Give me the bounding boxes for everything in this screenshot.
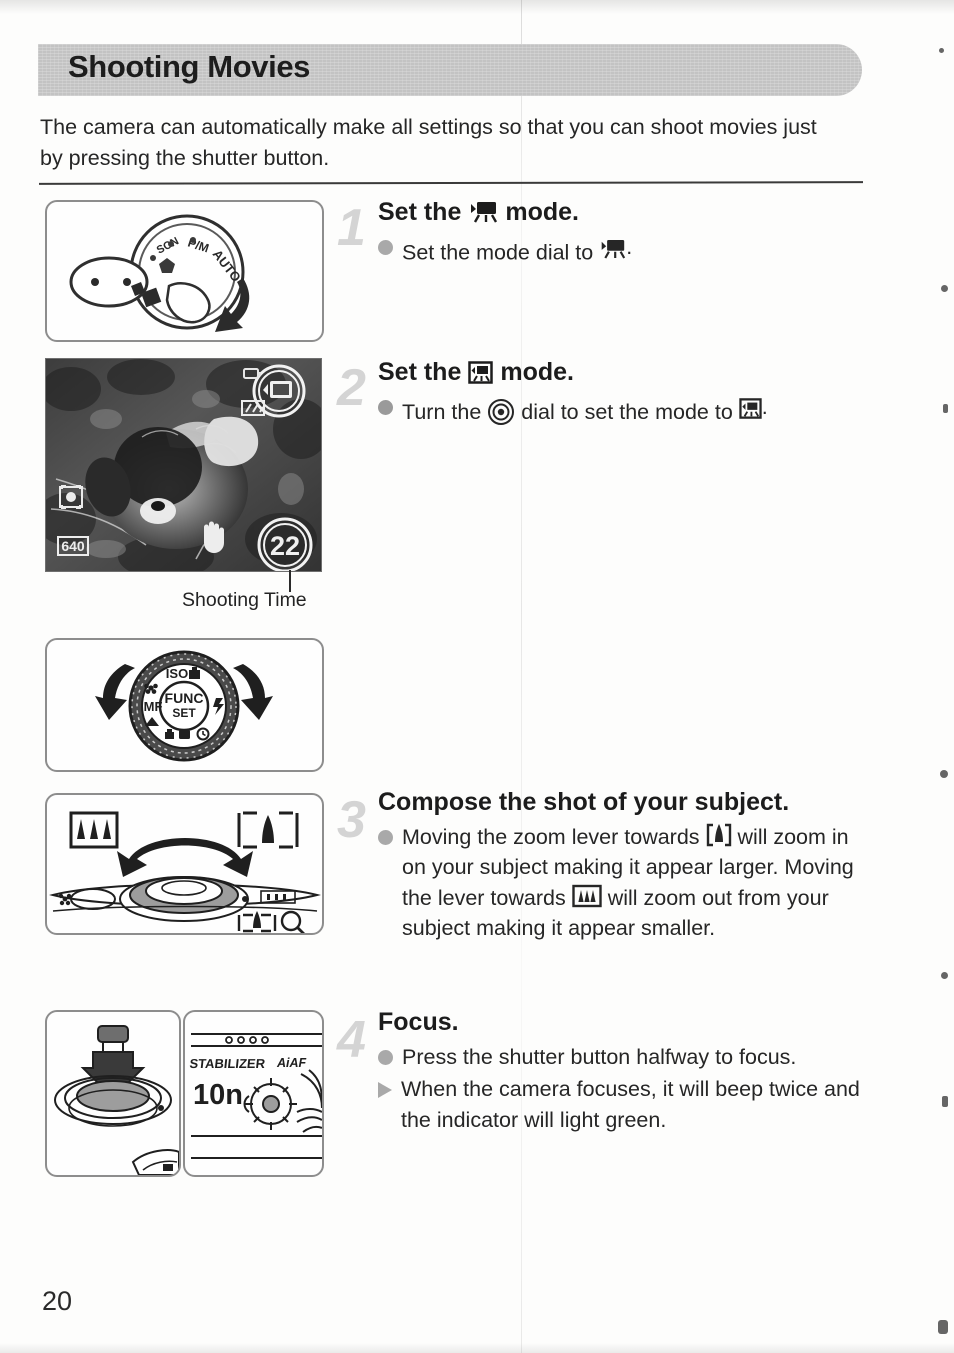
step-1-body: Set the mode dial to . [378,232,917,268]
step-1-heading-after: mode. [505,198,579,226]
zoom-lever-figure [45,793,324,935]
telephoto-icon [237,811,299,849]
stabilizer-label: STABILIZER [189,1056,267,1071]
bullet-item: Set the mode dial to . [378,232,917,268]
step-4: 4 Focus. Press the shutter button halfwa… [337,1008,917,1135]
step-4-body: Press the shutter button halfway to focu… [378,1042,888,1136]
bullet-dot-icon [378,829,393,845]
control-dial-figure: FUNC SET ISO MF [45,638,324,772]
camera-front-illustration: STABILIZER AiAF 10n [189,1033,322,1159]
telephoto-icon [706,823,732,847]
control-dial-illustration: FUNC SET ISO MF [95,650,273,762]
step-1-number: 1 [337,199,366,257]
zoom-lever-illustration [49,811,321,933]
step-2-body: Turn the dial to set the mode to . [378,392,917,427]
bullet-text: Set the mode dial to . [402,232,917,268]
scan-artifact-top [0,0,954,14]
mode-dial-figure: AUTO P/M SCN [45,200,324,342]
step-1-bullet-text-before: Set the mode dial to [402,240,594,264]
intro-paragraph: The camera can automatically make all se… [40,115,817,170]
mode-dial-illustration: AUTO P/M SCN [69,214,250,332]
scan-speck [939,48,944,53]
scan-artifact-bottom [0,1343,954,1353]
step-2-heading-after: mode. [500,358,574,386]
bullet-triangle-icon [378,1082,392,1099]
step-3-number: 3 [337,791,366,849]
step-2-number: 2 [337,359,366,417]
scan-speck [938,1320,948,1334]
movie-mode-boxed-icon [739,397,762,419]
step-1: 1 Set the mode. Set the mode dial to . [337,198,917,268]
scan-speck [943,404,948,413]
movie-mode-boxed-icon [468,361,494,384]
movie-mode-icon [468,201,498,223]
scan-speck [941,285,948,292]
control-dial-icon [487,398,515,426]
inline-icon-group: . [599,232,632,263]
step-3-heading: Compose the shot of your subject. [378,788,917,817]
svg-text:640: 640 [61,538,85,554]
svg-text:ISO: ISO [166,666,188,681]
bullet-dot-icon [378,399,393,415]
step-2-heading-before: Set the [378,358,462,386]
osd-resolution-label: 640 [57,536,89,556]
bullet-text: Press the shutter button halfway to focu… [402,1044,797,1069]
svg-text:FUNC: FUNC [165,690,204,706]
bullet-text: Turn the dial to set the mode to . [402,392,917,427]
bullet-item: When the camera focuses, it will beep tw… [378,1074,888,1135]
step-2-bullet-text-after: . [761,394,768,419]
bullet-dot-icon [378,1049,393,1065]
page-title: Shooting Movies [68,49,311,84]
lcd-preview-illustration: 640 22 [46,359,321,571]
shooting-time-caption: Shooting Time [182,589,307,611]
step-3-heading-text: Compose the shot of your subject. [378,788,790,816]
step-2-heading: Set the mode. [378,358,917,387]
megapixel-label: 10n [193,1079,243,1111]
lcd-preview-figure: 640 22 [45,358,322,572]
scan-speck [940,770,948,778]
bullet-item: Press the shutter button halfway to focu… [378,1042,888,1073]
step-3-body: Moving the zoom lever towards will zoom … [378,822,878,944]
bullet-text: When the camera focuses, it will beep tw… [401,1077,860,1132]
movie-mode-icon [599,237,626,259]
scan-speck [942,1096,948,1107]
step-2: 2 Set the mode. Turn the dial to set the… [337,358,917,427]
bullet-dot-icon [378,239,393,255]
camera-front-figure: STABILIZER AiAF 10n [183,1010,324,1177]
inline-icon-group: . [739,392,768,423]
step-4-heading: Focus. [378,1008,917,1037]
horizontal-rule [38,181,864,185]
svg-text:22: 22 [270,531,300,561]
step-2-bullet-text-mid: dial to set the mode to [521,399,733,424]
wide-angle-icon [69,811,119,849]
manual-page: Shooting Movies The camera can automatic… [0,0,954,1353]
step-2-bullet-text-before: Turn the [402,399,482,424]
step-4-heading-text: Focus. [378,1008,459,1036]
scan-speck [941,972,948,979]
bullet-text: Moving the zoom lever towards will zoom … [402,822,878,944]
step-1-heading: Set the mode. [378,198,917,227]
aiaf-label: AiAF [276,1056,307,1070]
shutter-press-figure [45,1010,181,1177]
page-number: 20 [42,1286,73,1316]
step-1-bullet-text-after: . [626,234,633,259]
svg-text:MF: MF [144,699,163,714]
step-3: 3 Compose the shot of your subject. Movi… [337,788,917,944]
step-4-number: 4 [337,1011,366,1069]
bullet-item: Moving the zoom lever towards will zoom … [378,822,878,944]
shutter-press-illustration [54,1025,179,1175]
step-1-heading-before: Set the [378,198,462,226]
wide-angle-icon [572,884,602,908]
svg-text:SET: SET [172,706,196,720]
bullet-item: Turn the dial to set the mode to . [378,392,917,427]
step-3-bullet-text-before: Moving the zoom lever towards [402,824,700,849]
